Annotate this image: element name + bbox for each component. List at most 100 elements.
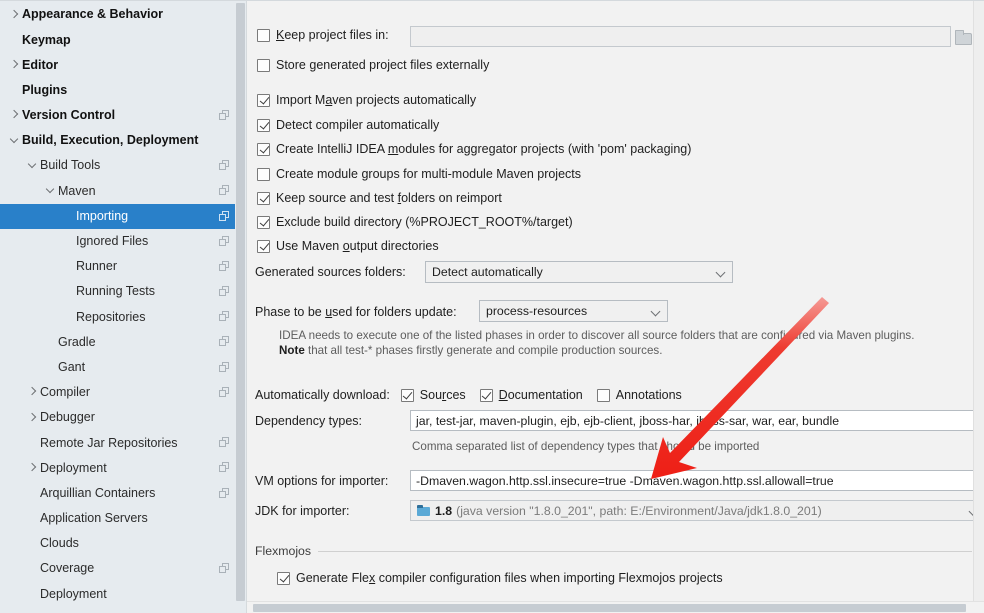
import-option-checkbox[interactable] <box>257 167 270 181</box>
auto-download-option-label: Annotations <box>616 388 682 402</box>
sidebar-item-editor[interactable]: Editor <box>0 52 247 77</box>
vm-options-label-row: VM options for importer: <box>255 474 388 488</box>
import-option-row[interactable]: Import Maven projects automatically <box>257 93 476 107</box>
chevron-right-icon[interactable] <box>26 411 39 424</box>
sidebar-item-build-tools[interactable]: Build Tools <box>0 153 247 178</box>
flexmojos-generate-config-checkbox[interactable] <box>277 571 290 585</box>
sidebar-item-compiler[interactable]: Compiler <box>0 380 247 405</box>
label-part: Keep source and test <box>276 191 398 205</box>
import-option-checkbox[interactable] <box>257 142 270 156</box>
import-option-row[interactable]: Create module groups for multi-module Ma… <box>257 167 581 181</box>
import-option-checkbox[interactable] <box>257 191 270 205</box>
generated-sources-combo[interactable]: Detect automatically <box>425 261 733 283</box>
chevron-down-icon[interactable] <box>8 134 21 147</box>
jdk-version: 1.8 <box>435 503 453 518</box>
import-option-checkbox[interactable] <box>257 239 270 253</box>
keep-project-files-input[interactable] <box>410 26 951 47</box>
copy-icon <box>219 386 230 398</box>
flexmojos-checkbox-row[interactable]: Generate Flex compiler configuration fil… <box>277 571 723 585</box>
sidebar-item-label: Importing <box>76 208 129 223</box>
chevron-right-icon[interactable] <box>8 58 21 71</box>
jdk-importer-combo[interactable]: 1.8 (java version "1.8.0_201", path: E:/… <box>410 500 984 521</box>
sidebar-item-deployment[interactable]: Deployment <box>0 455 247 480</box>
phase-note: IDEA needs to execute one of the listed … <box>279 328 979 358</box>
phase-combo[interactable]: process-resources <box>479 300 668 322</box>
chevron-right-icon[interactable] <box>26 461 39 474</box>
import-option-row[interactable]: Create IntelliJ IDEA modules for aggrega… <box>257 142 691 156</box>
auto-download-checkbox[interactable] <box>400 388 414 402</box>
horizontal-scrollbar[interactable] <box>247 601 984 613</box>
auto-download-checkbox[interactable] <box>479 388 493 402</box>
dependency-types-input[interactable]: jar, test-jar, maven-plugin, ejb, ejb-cl… <box>410 410 984 431</box>
sidebar-item-ignored-files[interactable]: Ignored Files <box>0 229 247 254</box>
chevron-right-icon[interactable] <box>26 386 39 399</box>
sidebar-item-label: Maven <box>58 183 96 198</box>
sidebar-item-repositories[interactable]: Repositories <box>0 304 247 329</box>
sidebar-item-clouds[interactable]: Clouds <box>0 531 247 556</box>
auto-download-option[interactable]: Annotations <box>596 388 682 402</box>
import-option-checkbox[interactable] <box>257 118 270 132</box>
folder-icon[interactable] <box>955 29 972 45</box>
store-generated-row[interactable]: Store generated project files externally <box>257 58 489 72</box>
sidebar-item-label: Appearance & Behavior <box>22 7 164 22</box>
import-option-row[interactable]: Detect compiler automatically <box>257 118 439 132</box>
label-part: Exclude build directory (%PROJECT_ROOT%/… <box>276 215 573 229</box>
copy-icon <box>219 437 230 448</box>
chevron-down-icon[interactable] <box>44 184 57 197</box>
import-option-label: Detect compiler automatically <box>276 118 439 132</box>
keep-project-files-checkbox[interactable] <box>257 28 270 42</box>
copy-icon <box>219 260 230 272</box>
auto-download-option-label: Documentation <box>499 388 583 402</box>
sidebar-item-maven[interactable]: Maven <box>0 178 247 203</box>
copy-icon <box>219 235 230 247</box>
sidebar-item-remote-jar-repositories[interactable]: Remote Jar Repositories <box>0 430 247 455</box>
sidebar-item-running-tests[interactable]: Running Tests <box>0 279 247 304</box>
chevron-right-icon[interactable] <box>8 109 21 122</box>
sidebar-item-deployment[interactable]: Deployment <box>0 581 247 606</box>
sidebar-item-runner[interactable]: Runner <box>0 254 247 279</box>
label-part: utput directories <box>349 239 439 253</box>
sidebar-item-gant[interactable]: Gant <box>0 355 247 380</box>
sidebar-item-keymap[interactable]: Keymap <box>0 27 247 52</box>
label-part: roups for multi-module Maven projects <box>368 167 582 181</box>
auto-download-option[interactable]: Documentation <box>479 388 583 402</box>
twisty-placeholder <box>26 587 39 600</box>
sidebar-item-build-execution-deployment[interactable]: Build, Execution, Deployment <box>0 128 247 153</box>
phase-note-line2: Note that all test-* phases firstly gene… <box>279 344 663 357</box>
import-option-checkbox[interactable] <box>257 215 270 229</box>
label-mnemonic: o <box>342 239 350 253</box>
auto-download-checkbox[interactable] <box>596 388 610 402</box>
keep-project-files-row[interactable]: Keep project files in: <box>257 28 389 42</box>
chevron-right-icon[interactable] <box>8 8 21 21</box>
sidebar-scrollbar-thumb[interactable] <box>236 3 245 601</box>
import-option-checkbox[interactable] <box>257 93 270 107</box>
import-option-label: Exclude build directory (%PROJECT_ROOT%/… <box>276 215 573 229</box>
label-mnemonic: D <box>498 388 508 402</box>
sidebar-item-plugins[interactable]: Plugins <box>0 78 247 103</box>
import-option-row[interactable]: Keep source and test folders on reimport <box>257 191 502 205</box>
sidebar-item-appearance-behavior[interactable]: Appearance & Behavior <box>0 2 247 27</box>
chevron-down-icon[interactable] <box>26 159 39 172</box>
sidebar-item-application-servers[interactable]: Application Servers <box>0 506 247 531</box>
sidebar-item-arquillian-containers[interactable]: Arquillian Containers <box>0 481 247 506</box>
import-option-label: Use Maven output directories <box>276 239 439 253</box>
sidebar-item-debugger[interactable]: Debugger <box>0 405 247 430</box>
import-option-row[interactable]: Use Maven output directories <box>257 239 439 253</box>
auto-download-option[interactable]: Sources <box>400 388 466 402</box>
vm-options-input[interactable]: -Dmaven.wagon.http.ssl.insecure=true -Dm… <box>410 470 984 491</box>
sidebar-item-label: Ignored Files <box>76 234 149 249</box>
sidebar-item-coverage[interactable]: Coverage <box>0 556 247 581</box>
sidebar-item-importing[interactable]: Importing <box>0 203 247 229</box>
import-option-row[interactable]: Exclude build directory (%PROJECT_ROOT%/… <box>257 215 573 229</box>
generated-sources-value: Detect automatically <box>432 265 543 279</box>
copy-icon <box>219 487 230 499</box>
copy-icon <box>219 336 230 347</box>
phase-label-row: Phase to be used for folders update: <box>255 305 457 319</box>
sidebar-item-version-control[interactable]: Version Control <box>0 103 247 128</box>
horizontal-scrollbar-thumb[interactable] <box>253 604 966 612</box>
keep-project-files-label: Keep project files in: <box>276 28 389 42</box>
sidebar-item-gradle[interactable]: Gradle <box>0 329 247 354</box>
store-generated-checkbox[interactable] <box>257 58 270 72</box>
keep-project-files-field-wrap[interactable] <box>410 26 972 47</box>
copy-icon <box>219 311 230 322</box>
